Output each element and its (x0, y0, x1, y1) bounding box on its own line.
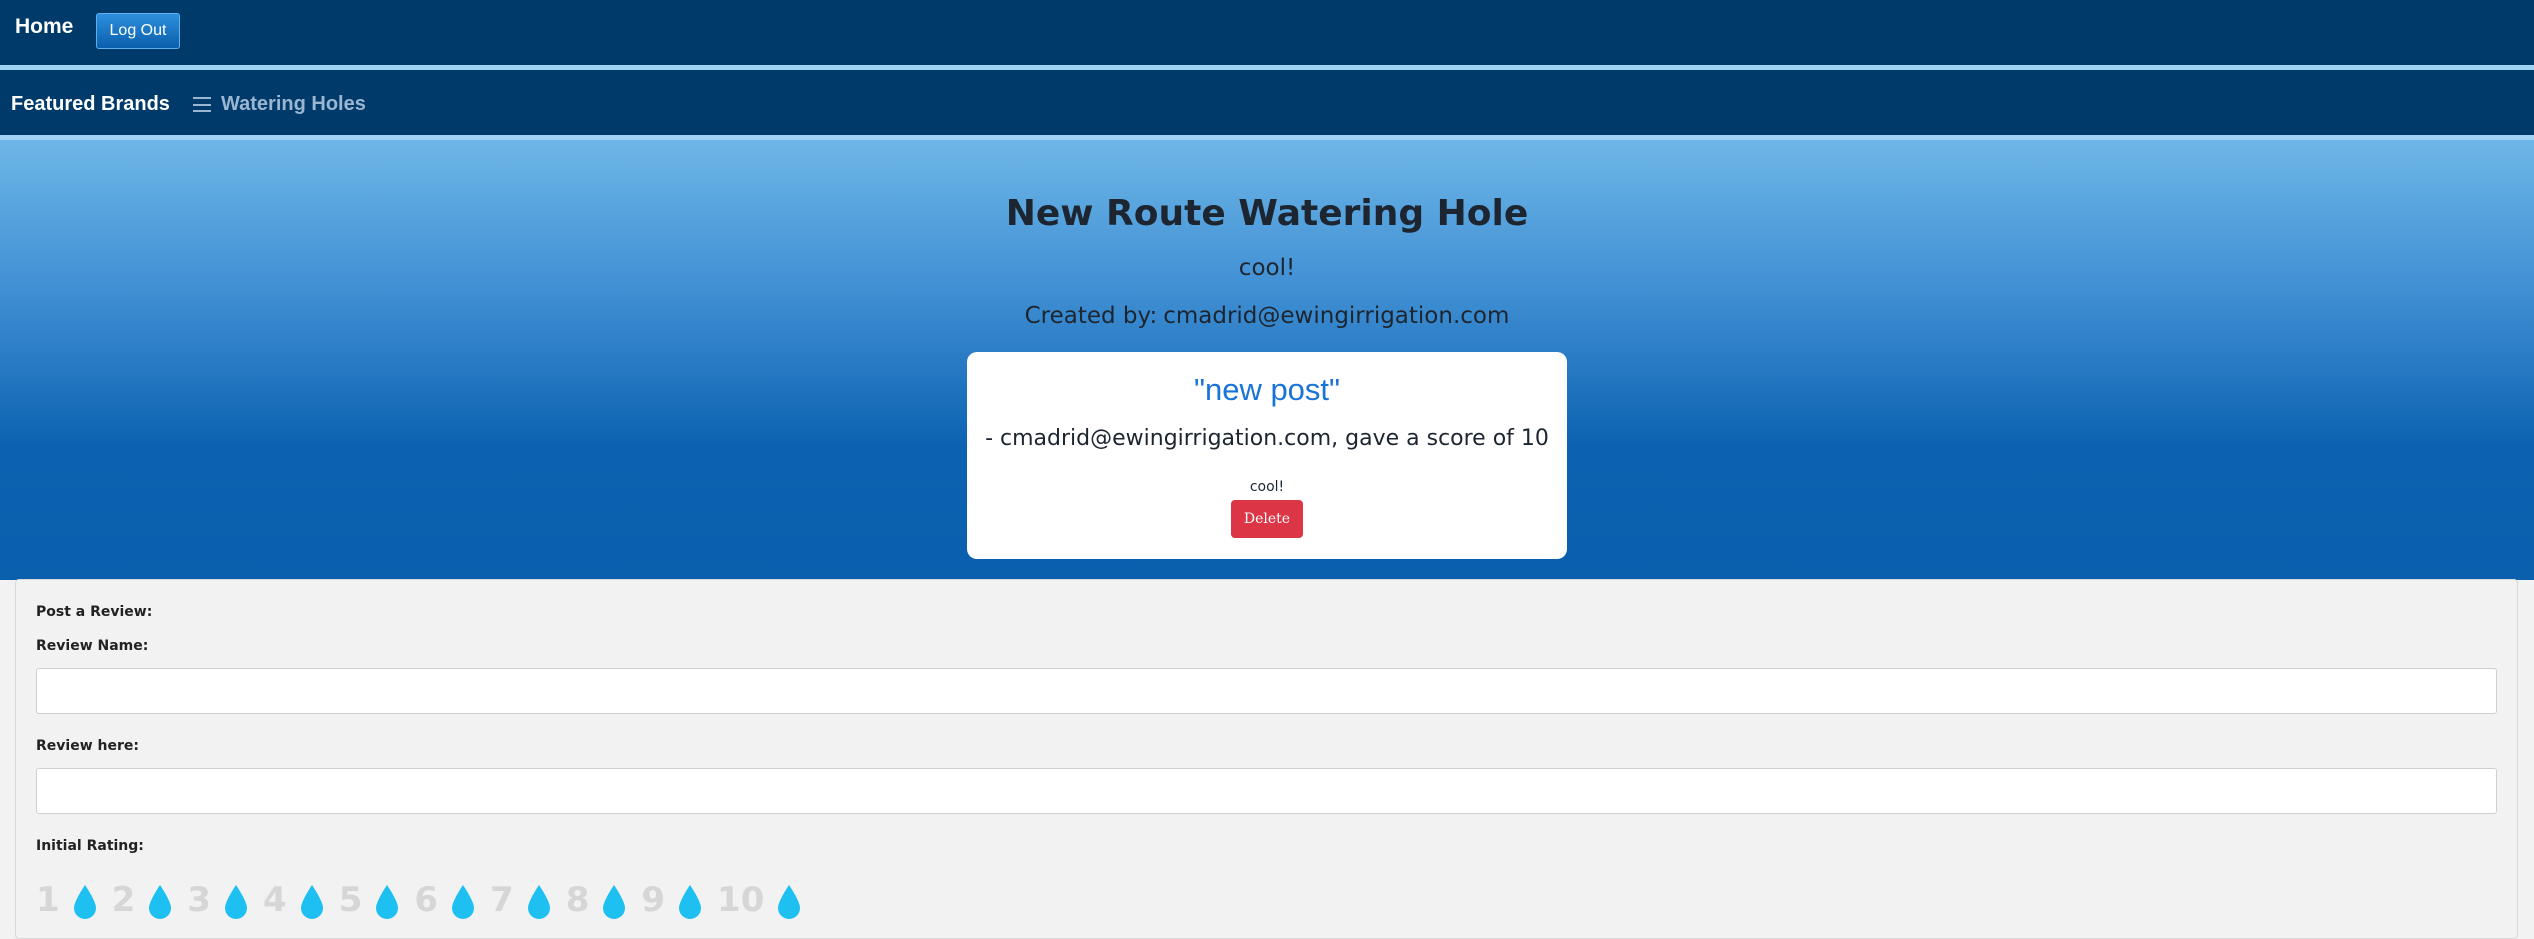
delete-review-button[interactable]: Delete (1231, 500, 1303, 538)
water-drop-icon[interactable] (526, 884, 552, 920)
review-card: "new post" - cmadrid@ewingirrigation.com… (967, 352, 1567, 559)
watering-holes-link[interactable]: Watering Holes (221, 93, 366, 116)
water-drop-icon[interactable] (776, 884, 802, 920)
water-drop-icon[interactable] (677, 884, 703, 920)
rating-selector: 1 2 3 4 5 6 7 8 9 10 (36, 870, 816, 920)
review-title: "new post" (1193, 372, 1341, 407)
watering-hole-description: cool! (1238, 255, 1296, 281)
rating-option-8[interactable]: 8 (566, 880, 590, 920)
rating-option-6[interactable]: 6 (414, 880, 438, 920)
home-link[interactable]: Home (15, 15, 73, 39)
review-name-input[interactable] (36, 668, 2497, 714)
water-drop-icon[interactable] (299, 884, 325, 920)
logout-button[interactable]: Log Out (96, 13, 180, 49)
secondary-nav-bar: Featured Brands Watering Holes (0, 70, 2534, 140)
review-author-line: - cmadrid@ewingirrigation.com, gave a sc… (985, 426, 1549, 451)
rating-option-5[interactable]: 5 (339, 880, 363, 920)
rating-option-9[interactable]: 9 (641, 880, 665, 920)
rating-option-1[interactable]: 1 (36, 880, 60, 920)
created-by-email: cmadrid@ewingirrigation.com (1163, 303, 1510, 329)
featured-brands-link[interactable]: Featured Brands (11, 93, 170, 116)
review-text-input[interactable] (36, 768, 2497, 814)
created-by-label: Created by: (1024, 303, 1158, 329)
water-drop-icon[interactable] (72, 884, 98, 920)
water-drop-icon[interactable] (601, 884, 627, 920)
hamburger-menu-icon[interactable] (193, 97, 211, 112)
review-name-label: Review Name: (36, 638, 149, 654)
review-text-label: Review here: (36, 738, 139, 754)
post-review-form: Post a Review: Review Name: Review here:… (15, 579, 2518, 939)
top-nav-bar: Home Log Out (0, 0, 2534, 70)
page-title: New Route Watering Hole (1005, 193, 1529, 234)
water-drop-icon[interactable] (450, 884, 476, 920)
rating-option-4[interactable]: 4 (263, 880, 287, 920)
rating-option-7[interactable]: 7 (490, 880, 514, 920)
rating-option-2[interactable]: 2 (112, 880, 136, 920)
review-body: cool! (1249, 479, 1285, 495)
rating-option-10[interactable]: 10 (717, 880, 764, 920)
water-drop-icon[interactable] (223, 884, 249, 920)
water-drop-icon[interactable] (147, 884, 173, 920)
rating-option-3[interactable]: 3 (187, 880, 211, 920)
created-by-line: Created by: cmadrid@ewingirrigation.com (0, 303, 2534, 329)
initial-rating-label: Initial Rating: (36, 838, 144, 854)
post-review-heading: Post a Review: (36, 604, 153, 620)
water-drop-icon[interactable] (374, 884, 400, 920)
